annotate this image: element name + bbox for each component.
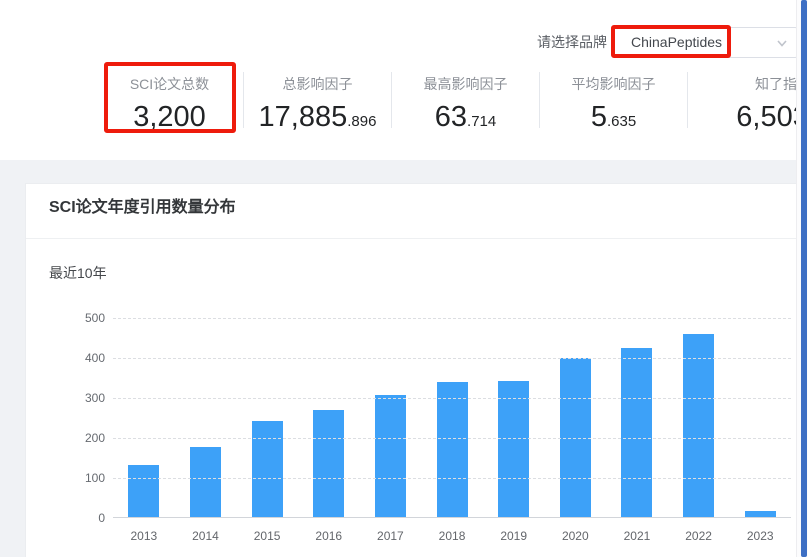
bar-slot: 2015 xyxy=(236,318,298,517)
bar-slot: 2018 xyxy=(421,318,483,517)
stat-zhiliao-index: 知了指数 6,503.44 xyxy=(688,62,808,139)
stat-label: SCI论文总数 xyxy=(130,75,209,93)
bar-slot: 2017 xyxy=(360,318,422,517)
stat-label: 最高影响因子 xyxy=(424,75,508,93)
bar-2017[interactable] xyxy=(375,395,406,517)
chart-card: SCI论文年度引用数量分布 最近10年 20132014201520162017… xyxy=(25,183,798,557)
bar-slot: 2022 xyxy=(668,318,730,517)
bar-2018[interactable] xyxy=(437,382,468,517)
brand-select-label: 请选择品牌 xyxy=(533,34,607,50)
x-axis-tick-label: 2018 xyxy=(421,529,483,543)
scrollbar-track[interactable] xyxy=(796,0,808,557)
bar-slot: 2021 xyxy=(606,318,668,517)
stat-label: 总影响因子 xyxy=(283,75,353,93)
chart-subtitle: 最近10年 xyxy=(49,263,107,283)
bar-slot: 2016 xyxy=(298,318,360,517)
brand-select-value: ChinaPeptides xyxy=(631,28,722,57)
bar-slot: 2023 xyxy=(729,318,791,517)
bar-2015[interactable] xyxy=(252,421,283,517)
x-axis-tick-label: 2023 xyxy=(729,529,791,543)
bar-slot: 2014 xyxy=(175,318,237,517)
bar-2014[interactable] xyxy=(190,447,221,517)
x-axis-tick-label: 2020 xyxy=(544,529,606,543)
bar-2022[interactable] xyxy=(683,334,714,517)
bar-2023[interactable] xyxy=(745,511,776,517)
bar-2016[interactable] xyxy=(313,410,344,517)
bar-2021[interactable] xyxy=(621,348,652,517)
stats-row: SCI论文总数 3,200 总影响因子 17,885.896 最高影响因子 63… xyxy=(96,62,808,139)
x-axis-tick-label: 2019 xyxy=(483,529,545,543)
y-axis-tick-label: 200 xyxy=(65,431,105,445)
stat-highest-impact-factor: 最高影响因子 63.714 xyxy=(392,62,539,139)
x-axis-tick-label: 2022 xyxy=(668,529,730,543)
y-axis-tick-label: 300 xyxy=(65,391,105,405)
stat-average-impact-factor: 平均影响因子 5.635 xyxy=(540,62,687,139)
x-axis-tick-label: 2013 xyxy=(113,529,175,543)
grid-line xyxy=(113,318,791,319)
y-axis-tick-label: 100 xyxy=(65,471,105,485)
x-axis-tick-label: 2017 xyxy=(360,529,422,543)
stat-total-impact-factor: 总影响因子 17,885.896 xyxy=(244,62,391,139)
grid-line xyxy=(113,358,791,359)
x-axis-tick-label: 2021 xyxy=(606,529,668,543)
bar-slot: 2013 xyxy=(113,318,175,517)
top-section: 请选择品牌 ChinaPeptides SCI论文总数 3,200 总影响因子 … xyxy=(0,0,808,160)
chevron-down-icon[interactable] xyxy=(775,36,789,50)
bar-slots: 2013201420152016201720182019202020212022… xyxy=(113,318,791,517)
y-axis-tick-label: 0 xyxy=(65,511,105,525)
stat-value: 63.714 xyxy=(435,100,496,139)
y-axis-tick-label: 400 xyxy=(65,351,105,365)
chart-title: SCI论文年度引用数量分布 xyxy=(49,197,236,219)
x-axis-tick-label: 2015 xyxy=(236,529,298,543)
y-axis-tick-label: 500 xyxy=(65,311,105,325)
stat-value: 5.635 xyxy=(591,100,636,139)
grid-line xyxy=(113,438,791,439)
grid-line xyxy=(113,398,791,399)
stat-sci-paper-total: SCI论文总数 3,200 xyxy=(96,62,243,139)
scrollbar-thumb[interactable] xyxy=(801,0,807,557)
bar-slot: 2019 xyxy=(483,318,545,517)
card-divider xyxy=(26,238,797,239)
bar-2013[interactable] xyxy=(128,465,159,517)
grid-line xyxy=(113,478,791,479)
x-axis-tick-label: 2016 xyxy=(298,529,360,543)
x-axis-tick-label: 2014 xyxy=(175,529,237,543)
bar-slot: 2020 xyxy=(544,318,606,517)
stat-value: 17,885.896 xyxy=(259,100,377,139)
stat-value: 3,200 xyxy=(133,100,206,139)
stat-label: 平均影响因子 xyxy=(572,75,656,93)
chart-plot: 2013201420152016201720182019202020212022… xyxy=(113,318,791,518)
bar-2019[interactable] xyxy=(498,381,529,517)
brand-select[interactable]: ChinaPeptides xyxy=(612,27,799,58)
